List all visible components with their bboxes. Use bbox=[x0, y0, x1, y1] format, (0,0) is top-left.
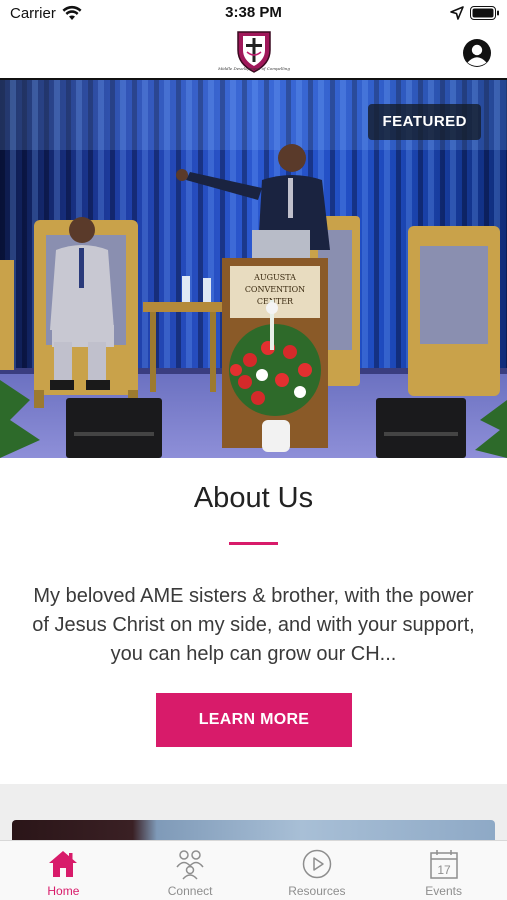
status-time: 3:38 PM bbox=[225, 4, 282, 21]
tab-home-label: Home bbox=[47, 884, 80, 898]
title-underline-divider bbox=[229, 542, 278, 545]
logo-caption: Middle Development of Compelling bbox=[218, 66, 290, 71]
people-icon bbox=[176, 850, 204, 880]
tab-resources-label: Resources bbox=[288, 884, 346, 898]
about-title: About Us bbox=[193, 482, 314, 514]
tab-connect-label: Connect bbox=[167, 884, 213, 898]
about-description: My beloved AME sisters & brother, with t… bbox=[32, 585, 475, 665]
featured-badge: FEATURED bbox=[368, 104, 481, 140]
tab-events[interactable]: 17 Events bbox=[380, 841, 507, 900]
featured-hero-image[interactable]: AUGUSTA CONVENTION CENTER FEATURED bbox=[0, 80, 507, 458]
tab-connect[interactable]: Connect bbox=[127, 841, 254, 900]
tab-resources[interactable]: Resources bbox=[254, 841, 381, 900]
location-arrow-icon bbox=[450, 6, 464, 20]
tab-home[interactable]: Home bbox=[0, 841, 127, 900]
podium-sign-line-2: CONVENTION bbox=[245, 285, 305, 294]
podium-sign-line-1: AUGUSTA bbox=[253, 273, 296, 282]
next-card-preview[interactable] bbox=[12, 820, 495, 842]
tab-events-label: Events bbox=[425, 884, 462, 898]
status-bar: Carrier 3:38 PM bbox=[0, 0, 507, 28]
home-icon bbox=[49, 851, 78, 877]
about-section: About Us My beloved AME sisters & brothe… bbox=[0, 458, 507, 784]
calendar-day: 17 bbox=[437, 863, 451, 877]
calendar-icon: 17 bbox=[429, 850, 458, 879]
play-circle-icon bbox=[302, 849, 332, 879]
app-header: Middle Development of Compelling bbox=[0, 28, 507, 80]
bottom-tab-bar: Home Connect Resources 17 Events bbox=[0, 840, 507, 900]
learn-more-button[interactable]: LEARN MORE bbox=[156, 693, 352, 747]
user-circle-icon[interactable] bbox=[462, 38, 492, 68]
battery-icon bbox=[470, 6, 499, 20]
